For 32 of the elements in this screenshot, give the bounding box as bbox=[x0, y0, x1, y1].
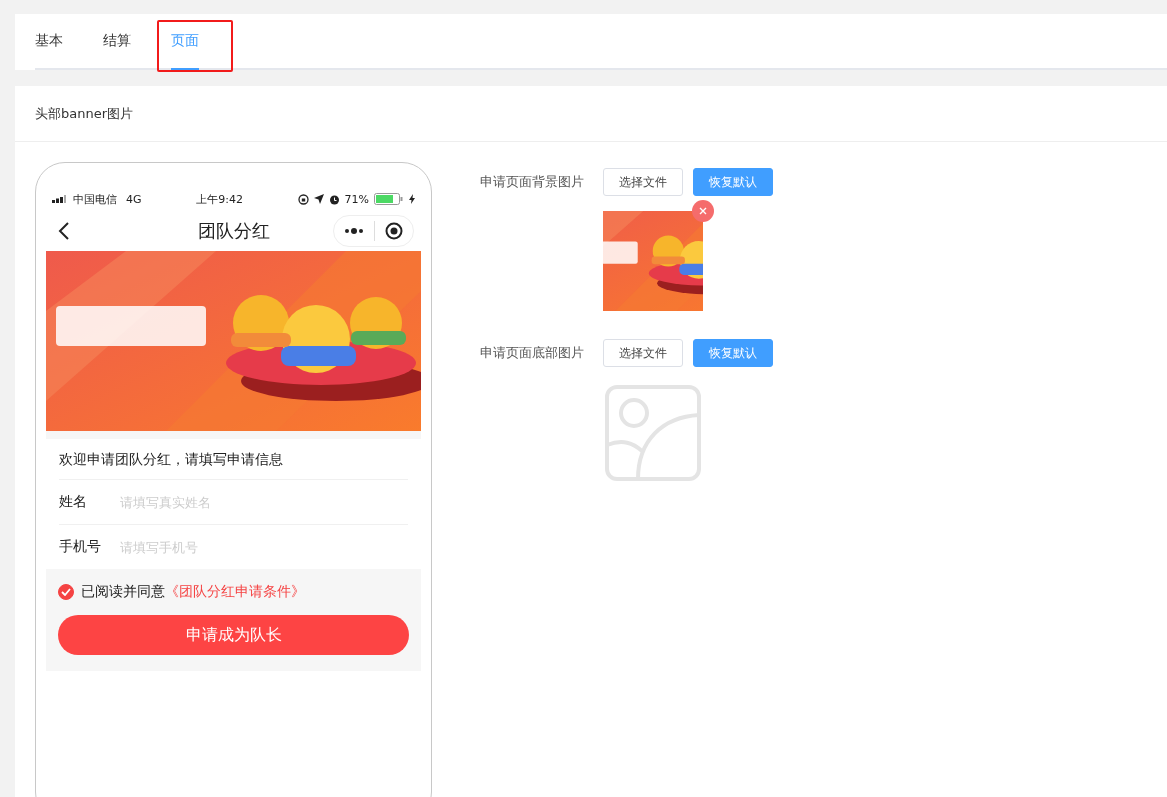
terms-link[interactable]: 《团队分红申请条件》 bbox=[165, 583, 305, 599]
close-icon bbox=[699, 207, 707, 215]
agree-text: 已阅读并同意《团队分红申请条件》 bbox=[81, 583, 305, 601]
section-title: 头部banner图片 bbox=[35, 106, 134, 121]
reset-default-button[interactable]: 恢复默认 bbox=[693, 168, 773, 196]
page-title: 团队分红 bbox=[197, 220, 270, 241]
location-icon bbox=[313, 194, 324, 204]
setting-label: 申请页面背景图片 bbox=[480, 174, 584, 189]
more-icon[interactable] bbox=[344, 228, 364, 234]
tab[interactable]: 结算 bbox=[103, 14, 131, 70]
setting-label: 申请页面底部图片 bbox=[480, 345, 584, 360]
remove-image-button[interactable] bbox=[692, 200, 714, 222]
carrier-text: 中国电信 bbox=[73, 191, 117, 207]
agree-checkbox[interactable] bbox=[58, 584, 74, 600]
choose-file-button[interactable]: 选择文件 bbox=[603, 339, 683, 367]
network-text: 4G bbox=[126, 192, 142, 206]
charging-icon bbox=[409, 194, 415, 204]
field-label: 姓名 bbox=[59, 493, 88, 511]
intro-text: 欢迎申请团队分红，请填写申请信息 bbox=[59, 451, 283, 467]
alarm-icon bbox=[328, 193, 340, 205]
tab[interactable]: 基本 bbox=[35, 14, 63, 70]
choose-file-button[interactable]: 选择文件 bbox=[603, 168, 683, 196]
signal-icon bbox=[52, 195, 68, 203]
clock-text: 上午9:42 bbox=[196, 192, 243, 206]
field-label: 手机号 bbox=[59, 538, 102, 556]
battery-icon bbox=[374, 193, 404, 205]
apply-button[interactable]: 申请成为队长 bbox=[58, 615, 409, 655]
reset-default-button[interactable]: 恢复默认 bbox=[693, 339, 773, 367]
battery-text: 71% bbox=[344, 192, 369, 206]
check-icon bbox=[61, 588, 71, 596]
back-icon[interactable] bbox=[58, 221, 70, 241]
tab[interactable]: 页面 bbox=[171, 14, 199, 70]
